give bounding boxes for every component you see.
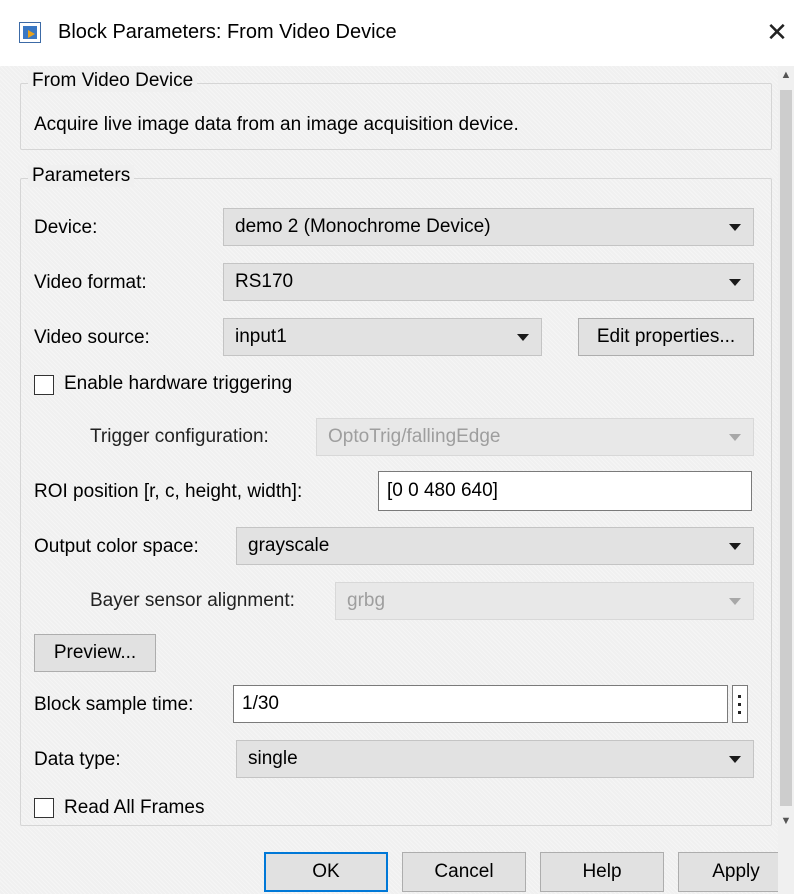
video-source-value: input1 bbox=[235, 326, 287, 347]
ok-button[interactable]: OK bbox=[264, 852, 388, 892]
device-dropdown[interactable]: demo 2 (Monochrome Device) bbox=[223, 208, 754, 246]
chevron-down-icon bbox=[729, 598, 741, 605]
scroll-up-icon[interactable]: ▲ bbox=[778, 66, 794, 84]
trigger-configuration-label: Trigger configuration: bbox=[90, 426, 269, 447]
video-format-label: Video format: bbox=[34, 272, 147, 293]
scroll-thumb[interactable] bbox=[780, 90, 792, 806]
roi-position-field[interactable]: [0 0 480 640] bbox=[378, 471, 752, 511]
output-color-space-dropdown[interactable]: grayscale bbox=[236, 527, 754, 565]
video-source-label: Video source: bbox=[34, 327, 150, 348]
data-type-label: Data type: bbox=[34, 749, 121, 770]
bayer-alignment-dropdown[interactable]: grbg bbox=[335, 582, 754, 620]
trigger-configuration-dropdown[interactable]: OptoTrig/fallingEdge bbox=[316, 418, 754, 456]
scroll-down-icon[interactable]: ▼ bbox=[778, 812, 794, 830]
preview-button[interactable]: Preview... bbox=[34, 634, 156, 672]
close-icon[interactable]: ✕ bbox=[760, 12, 794, 52]
chevron-down-icon bbox=[729, 434, 741, 441]
trigger-configuration-value: OptoTrig/fallingEdge bbox=[328, 426, 501, 447]
video-format-value: RS170 bbox=[235, 271, 294, 292]
read-all-frames-checkbox[interactable] bbox=[34, 798, 54, 818]
simulink-block-icon bbox=[19, 22, 41, 43]
cancel-button[interactable]: Cancel bbox=[402, 852, 526, 892]
description-text: Acquire live image data from an image ac… bbox=[34, 114, 519, 135]
chevron-down-icon bbox=[729, 543, 741, 550]
hardware-triggering-label: Enable hardware triggering bbox=[64, 373, 293, 394]
device-value: demo 2 (Monochrome Device) bbox=[235, 216, 491, 237]
window-title: Block Parameters: From Video Device bbox=[58, 21, 397, 43]
chevron-down-icon bbox=[729, 279, 741, 286]
description-legend: From Video Device bbox=[28, 70, 198, 92]
output-color-space-value: grayscale bbox=[248, 535, 330, 556]
chevron-down-icon bbox=[729, 756, 741, 763]
read-all-frames-label: Read All Frames bbox=[64, 797, 205, 818]
data-type-dropdown[interactable]: single bbox=[236, 740, 754, 778]
bayer-alignment-label: Bayer sensor alignment: bbox=[90, 590, 295, 611]
data-type-value: single bbox=[248, 748, 298, 769]
device-label: Device: bbox=[34, 217, 98, 238]
chevron-down-icon bbox=[729, 224, 741, 231]
edit-properties-button[interactable]: Edit properties... bbox=[578, 318, 754, 356]
hardware-triggering-checkbox[interactable] bbox=[34, 375, 54, 395]
help-button[interactable]: Help bbox=[540, 852, 664, 892]
block-sample-time-field[interactable]: 1/30 bbox=[233, 685, 728, 723]
more-options-icon[interactable] bbox=[732, 685, 748, 723]
video-format-dropdown[interactable]: RS170 bbox=[223, 263, 754, 301]
video-source-dropdown[interactable]: input1 bbox=[223, 318, 542, 356]
bayer-alignment-value: grbg bbox=[347, 590, 386, 611]
roi-position-label: ROI position [r, c, height, width]: bbox=[34, 481, 303, 502]
block-sample-time-label: Block sample time: bbox=[34, 694, 194, 715]
output-color-space-label: Output color space: bbox=[34, 536, 199, 557]
apply-button[interactable]: Apply bbox=[678, 852, 794, 892]
chevron-down-icon bbox=[517, 334, 529, 341]
parameters-legend: Parameters bbox=[28, 165, 135, 187]
